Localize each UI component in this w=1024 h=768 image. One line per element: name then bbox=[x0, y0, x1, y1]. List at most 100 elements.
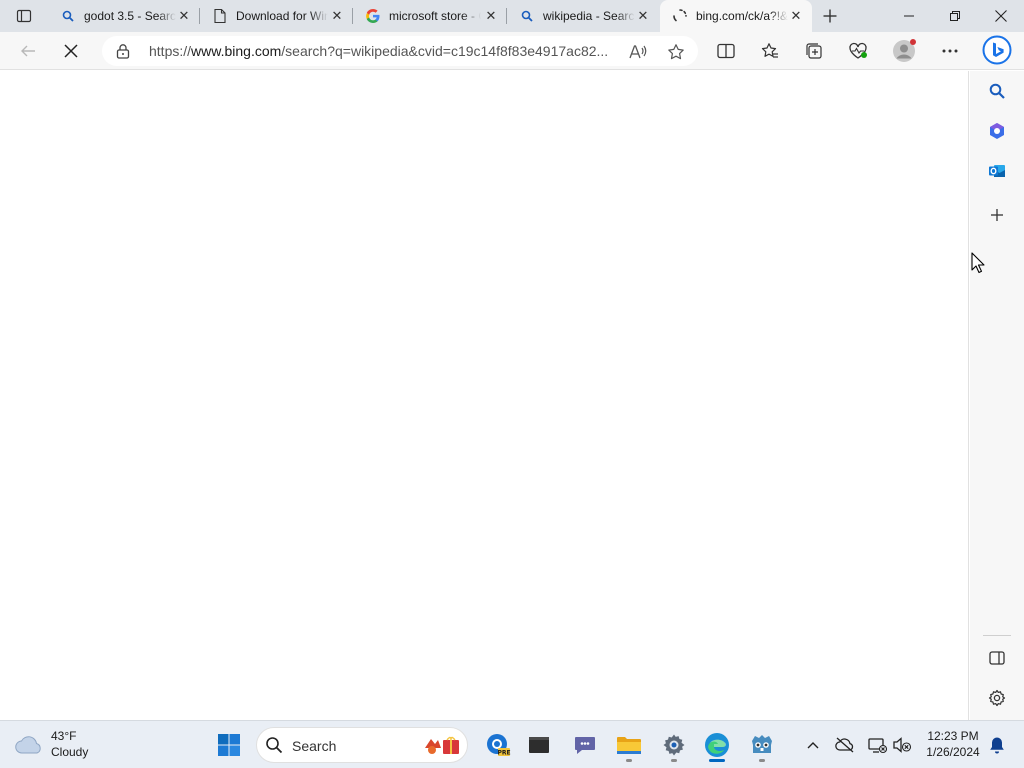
back-arrow-icon bbox=[21, 45, 35, 57]
taskbar-app-file-explorer[interactable] bbox=[611, 727, 647, 763]
start-button[interactable] bbox=[211, 727, 247, 763]
browser-essentials-button[interactable] bbox=[842, 35, 874, 67]
tab[interactable]: godot 3.5 - Search ✕ bbox=[48, 0, 200, 32]
sidebar-toggle-icon bbox=[989, 651, 1005, 665]
search-icon bbox=[989, 83, 1005, 99]
address-bar[interactable]: https://www.bing.com/search?q=wikipedia&… bbox=[102, 36, 698, 66]
split-screen-icon bbox=[717, 43, 735, 59]
plus-icon bbox=[823, 9, 837, 23]
tab[interactable]: wikipedia - Search ✕ bbox=[507, 0, 659, 32]
show-hidden-icons-button[interactable] bbox=[801, 733, 825, 757]
taskbar-app-teams[interactable] bbox=[567, 727, 603, 763]
stop-icon bbox=[64, 44, 78, 58]
edge-icon bbox=[705, 733, 729, 757]
restore-button[interactable] bbox=[932, 0, 978, 32]
minimize-icon bbox=[904, 15, 914, 17]
close-window-button[interactable] bbox=[978, 0, 1024, 32]
terminal-icon bbox=[529, 737, 549, 753]
sidebar-outlook-button[interactable] bbox=[981, 155, 1013, 187]
onedrive-status-button[interactable] bbox=[833, 733, 857, 757]
profile-button[interactable] bbox=[888, 35, 920, 67]
close-tab-icon[interactable]: ✕ bbox=[329, 8, 345, 24]
collections-button[interactable] bbox=[798, 35, 830, 67]
close-tab-icon[interactable]: ✕ bbox=[483, 8, 499, 24]
page-content[interactable] bbox=[0, 71, 969, 720]
url-prefix: https:// bbox=[149, 43, 192, 59]
speaker-muted-icon bbox=[893, 737, 912, 753]
read-aloud-button[interactable] bbox=[622, 36, 654, 68]
search-icon bbox=[519, 8, 535, 24]
plus-icon bbox=[991, 209, 1003, 221]
tab[interactable]: microsoft store - Google Search ✕ bbox=[353, 0, 507, 32]
edge-sidebar bbox=[970, 71, 1024, 720]
close-tab-icon[interactable]: ✕ bbox=[788, 8, 804, 24]
bing-chat-icon bbox=[982, 35, 1012, 65]
settings-and-more-button[interactable] bbox=[934, 35, 966, 67]
close-icon bbox=[995, 10, 1007, 22]
taskbar-app-settings[interactable] bbox=[656, 727, 692, 763]
close-tab-icon[interactable]: ✕ bbox=[176, 8, 192, 24]
taskbar-app-outlook-preview[interactable]: PRE bbox=[480, 727, 516, 763]
search-icon bbox=[60, 8, 76, 24]
active-indicator bbox=[709, 759, 725, 762]
mouse-cursor-icon bbox=[971, 252, 985, 274]
close-tab-icon[interactable]: ✕ bbox=[635, 8, 651, 24]
clock-date: 1/26/2024 bbox=[926, 745, 980, 759]
taskbar-app-terminal[interactable] bbox=[521, 727, 557, 763]
tab-actions-button[interactable] bbox=[8, 4, 40, 28]
heart-pulse-icon bbox=[849, 42, 867, 59]
windows-logo-icon bbox=[218, 734, 240, 756]
read-aloud-icon bbox=[629, 45, 647, 59]
new-tab-button[interactable] bbox=[818, 4, 842, 28]
more-icon bbox=[942, 49, 958, 53]
taskbar-app-edge[interactable] bbox=[699, 727, 735, 763]
clock[interactable]: 12:23 PM 1/26/2024 bbox=[918, 728, 988, 760]
collections-icon bbox=[806, 43, 822, 59]
running-indicator bbox=[671, 759, 677, 762]
favorites-button[interactable] bbox=[754, 35, 786, 67]
google-icon bbox=[365, 8, 381, 24]
running-indicator bbox=[626, 759, 632, 762]
tab-title: wikipedia - Search bbox=[543, 9, 635, 23]
cloud-icon bbox=[15, 736, 41, 754]
url-text[interactable]: https://www.bing.com/search?q=wikipedia&… bbox=[149, 43, 619, 59]
network-disconnected-icon bbox=[868, 738, 887, 754]
add-favorite-button[interactable] bbox=[660, 36, 692, 68]
tab-actions-icon bbox=[16, 9, 32, 23]
favorites-icon bbox=[761, 43, 778, 58]
tab-strip: godot 3.5 - Search ✕ Download for Window… bbox=[0, 0, 1024, 32]
sidebar-copilot-button[interactable] bbox=[981, 115, 1013, 147]
volume-button[interactable] bbox=[890, 733, 914, 757]
folder-icon bbox=[617, 737, 641, 754]
tab-title: Download for Windows bbox=[236, 9, 328, 23]
avatar bbox=[893, 39, 916, 62]
running-indicator bbox=[759, 759, 765, 762]
gear-icon bbox=[988, 689, 1006, 707]
split-screen-button[interactable] bbox=[710, 35, 742, 67]
chevron-up-icon bbox=[807, 742, 819, 749]
hide-sidebar-button[interactable] bbox=[981, 642, 1013, 674]
sidebar-settings-button[interactable] bbox=[981, 682, 1013, 714]
stop-loading-button[interactable] bbox=[55, 35, 87, 67]
taskbar-app-godot[interactable] bbox=[744, 727, 780, 763]
search-icon bbox=[266, 737, 283, 754]
weather-widget[interactable]: 43°F Cloudy bbox=[14, 727, 88, 763]
taskbar-search-label: Search bbox=[292, 738, 337, 754]
taskbar-search[interactable]: Search bbox=[256, 727, 468, 763]
lock-icon[interactable] bbox=[116, 43, 130, 62]
minimize-button[interactable] bbox=[886, 0, 932, 32]
tab[interactable]: Download for Windows ✕ bbox=[200, 0, 353, 32]
bell-icon bbox=[990, 737, 1004, 754]
star-icon bbox=[668, 44, 684, 60]
notifications-button[interactable] bbox=[985, 733, 1009, 757]
clock-time: 12:23 PM bbox=[927, 729, 979, 743]
sidebar-search-button[interactable] bbox=[981, 75, 1013, 107]
sidebar-add-button[interactable] bbox=[981, 199, 1013, 231]
sidebar-divider bbox=[983, 635, 1011, 636]
copilot-button[interactable] bbox=[980, 33, 1014, 67]
network-button[interactable] bbox=[865, 733, 889, 757]
browser-toolbar: https://www.bing.com/search?q=wikipedia&… bbox=[0, 32, 1024, 70]
page-icon bbox=[212, 8, 228, 24]
back-button[interactable] bbox=[12, 35, 44, 67]
tab-active[interactable]: bing.com/ck/a?!&&p= ✕ bbox=[660, 0, 812, 32]
